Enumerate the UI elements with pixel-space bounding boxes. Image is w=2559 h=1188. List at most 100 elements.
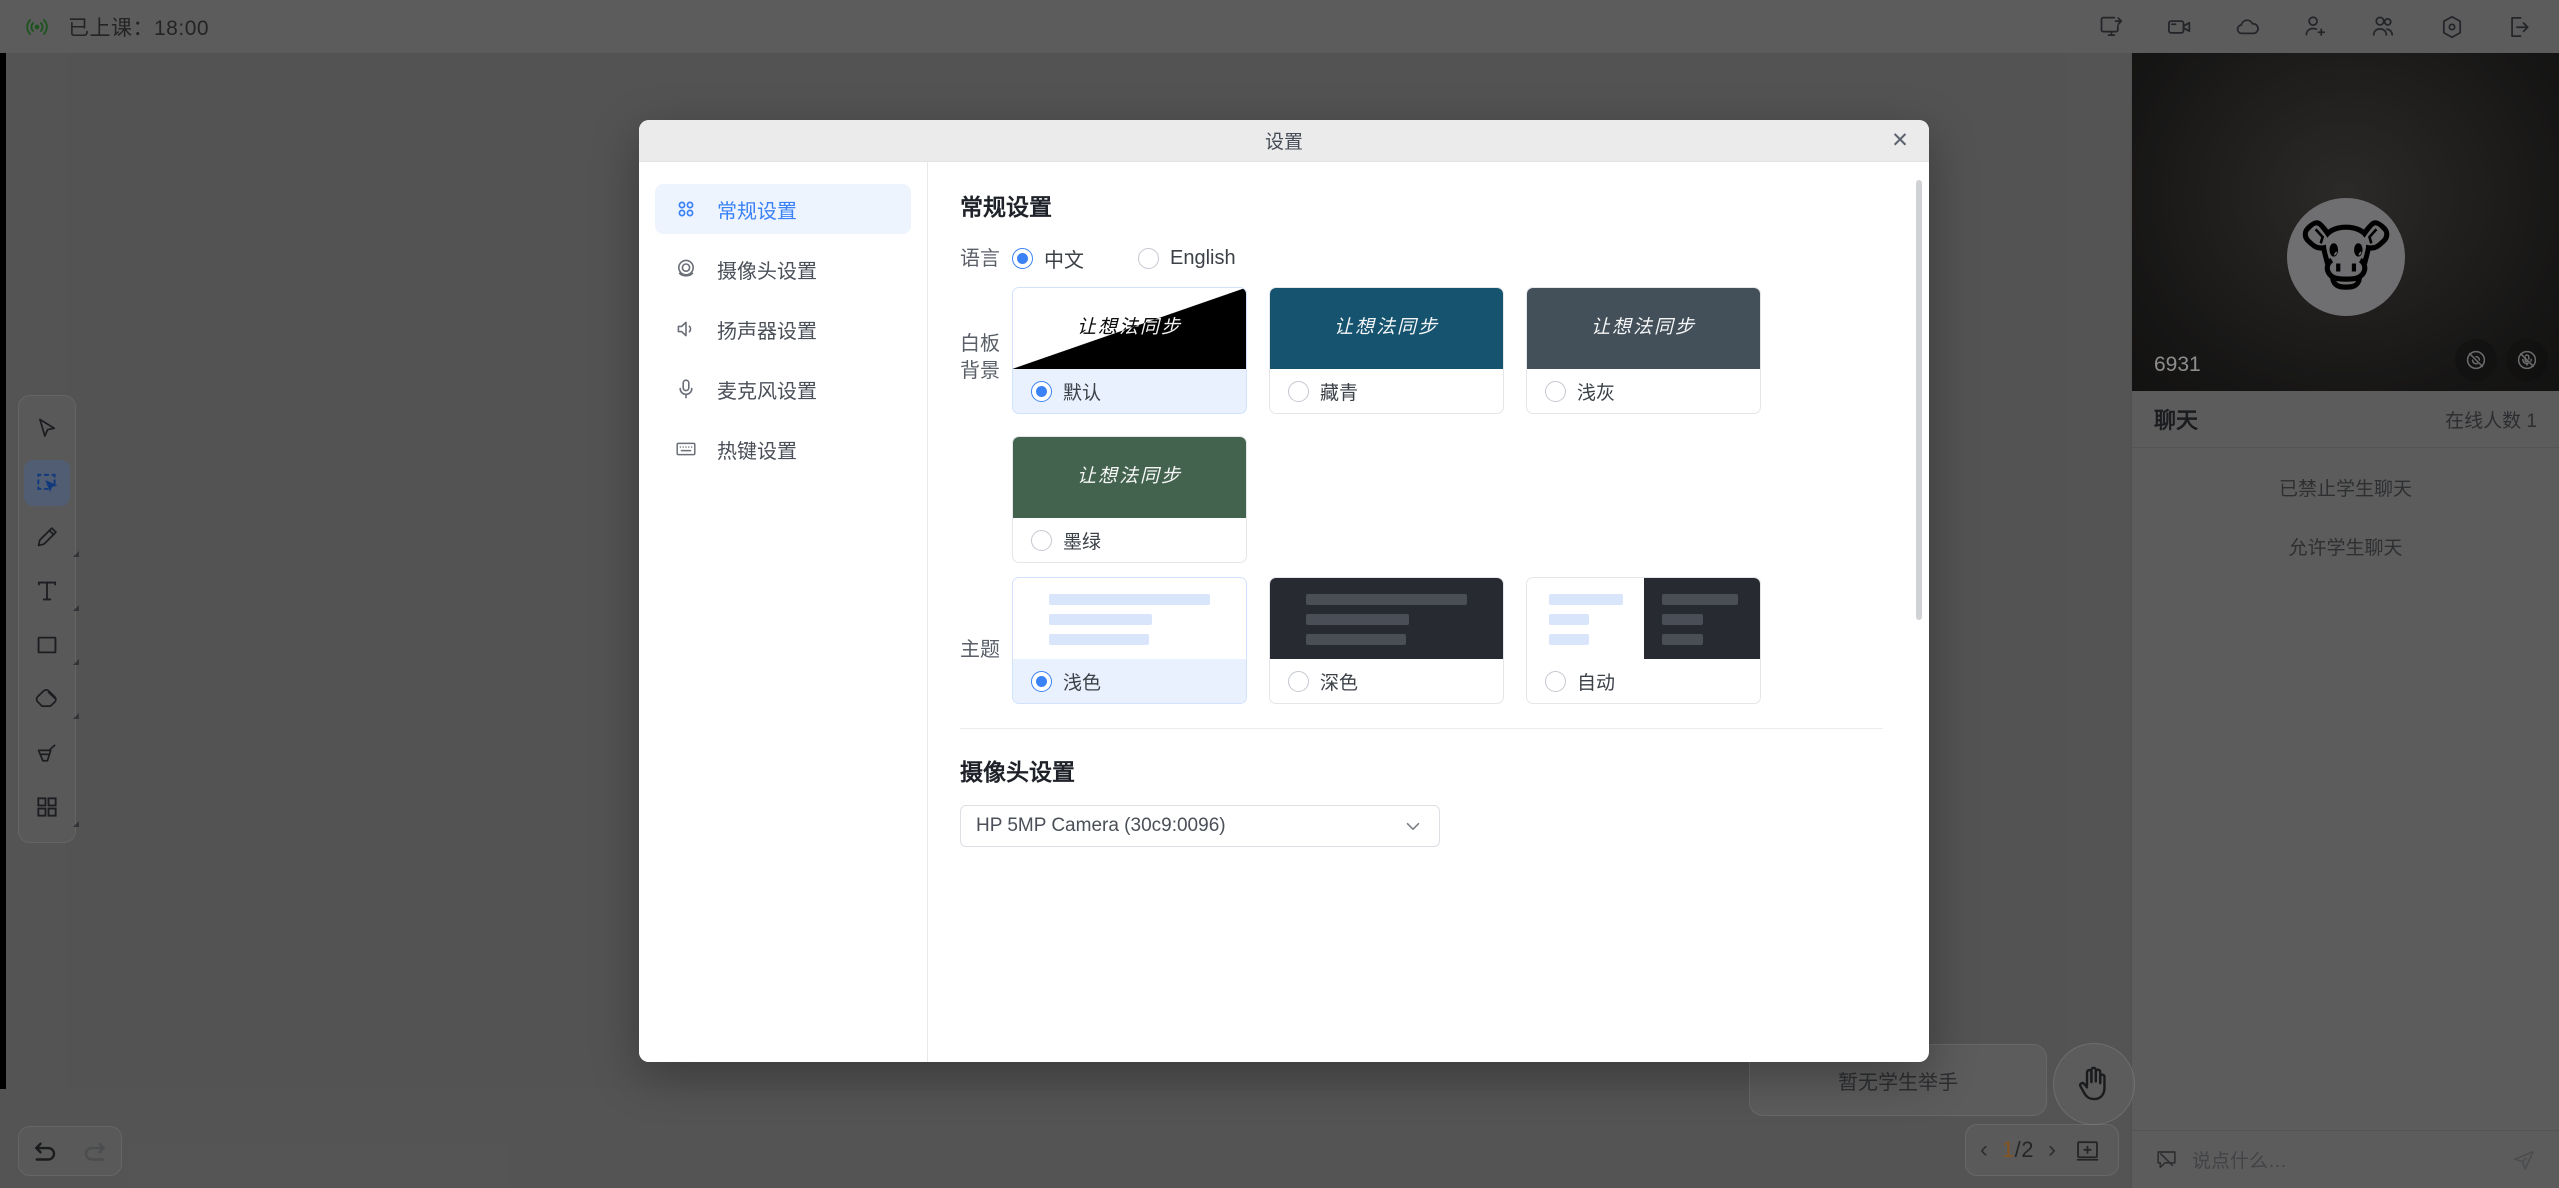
camera-lens-icon xyxy=(673,256,699,282)
language-option-en[interactable]: English xyxy=(1138,247,1236,270)
wb-option-label: 墨绿 xyxy=(1063,531,1102,553)
radio-icon xyxy=(1031,670,1052,692)
placeholder-bar xyxy=(1661,614,1703,625)
placeholder-bar xyxy=(1549,634,1589,645)
theme-option-footer: 自动 xyxy=(1527,659,1760,703)
placeholder-bar xyxy=(1049,634,1149,645)
radio-icon xyxy=(1031,380,1052,402)
wb-preview-text: 让想法同步 xyxy=(1590,316,1696,338)
app-root: 已上课：18:00 暂无学生举手 ‹ 1/2 › 🐮 6931 聊天 在线人数 … xyxy=(0,0,2559,1188)
sidebar-item-label: 热键设置 xyxy=(717,440,797,463)
wb-label-line1: 白板 xyxy=(960,333,1000,355)
theme-thumb-dark xyxy=(1270,578,1503,659)
language-options: 中文 English xyxy=(1012,242,1290,273)
wb-option-green[interactable]: 让想法同步 墨绿 xyxy=(1012,436,1247,563)
language-option-zh[interactable]: 中文 xyxy=(1012,244,1084,273)
settings-dialog: 设置 ✕ 常规设置 摄像头设置 扬声器设置 麦克风设置 热键设置 常规设置 语言… xyxy=(639,120,1929,1062)
placeholder-bar xyxy=(1549,594,1623,605)
wb-option-footer: 默认 xyxy=(1013,369,1246,413)
placeholder-bar xyxy=(1306,594,1467,605)
sidebar-item-label: 摄像头设置 xyxy=(717,260,817,283)
radio-icon xyxy=(1288,380,1309,402)
theme-option-footer: 浅色 xyxy=(1013,659,1246,703)
placeholder-bar xyxy=(1306,634,1406,645)
theme-option-label: 浅色 xyxy=(1063,672,1102,694)
placeholder-bar xyxy=(1549,614,1589,625)
sidebar-item-speaker[interactable]: 扬声器设置 xyxy=(655,304,911,354)
sidebar-item-hotkeys[interactable]: 热键设置 xyxy=(655,424,911,474)
section-title-general: 常规设置 xyxy=(960,194,1052,220)
dialog-title-bar: 设置 ✕ xyxy=(639,120,1929,162)
radio-icon xyxy=(1138,248,1159,269)
wb-option-gray[interactable]: 让想法同步 浅灰 xyxy=(1526,287,1761,414)
language-option-label: 中文 xyxy=(1044,250,1084,272)
wb-option-footer: 藏青 xyxy=(1270,369,1503,413)
placeholder-bar xyxy=(1049,614,1153,625)
whiteboard-background-label: 白板 背景 xyxy=(960,287,1012,385)
wb-option-footer: 浅灰 xyxy=(1527,369,1760,413)
sidebar-item-label: 麦克风设置 xyxy=(717,380,817,403)
wb-option-default[interactable]: 让想法同步 默认 xyxy=(1012,287,1247,414)
dialog-title: 设置 xyxy=(1264,132,1303,153)
whiteboard-background-row: 白板 背景 让想法同步 默认 让想法同步 藏青 让想法同步 浅灰 让想法同步 墨… xyxy=(960,287,1883,563)
camera-device-value: HP 5MP Camera (30c9:0096) xyxy=(976,815,1226,836)
wb-option-label: 默认 xyxy=(1063,382,1102,404)
wb-preview-text: 让想法同步 xyxy=(1076,465,1182,487)
section-title-camera: 摄像头设置 xyxy=(960,759,1075,785)
section-divider xyxy=(960,728,1883,729)
sidebar-item-microphone[interactable]: 麦克风设置 xyxy=(655,364,911,414)
wb-option-label: 浅灰 xyxy=(1577,382,1616,404)
wb-preview-text: 让想法同步 xyxy=(1333,316,1439,338)
grid-dots-icon xyxy=(673,196,699,222)
language-label: 语言 xyxy=(960,248,1000,270)
theme-option-label: 深色 xyxy=(1320,672,1359,694)
dialog-sidebar: 常规设置 摄像头设置 扬声器设置 麦克风设置 热键设置 xyxy=(639,162,928,1062)
radio-icon xyxy=(1012,248,1033,269)
placeholder-bar xyxy=(1661,594,1739,605)
theme-option-dark[interactable]: 深色 xyxy=(1269,577,1504,704)
wb-option-navy[interactable]: 让想法同步 藏青 xyxy=(1269,287,1504,414)
camera-device-select[interactable]: HP 5MP Camera (30c9:0096) xyxy=(960,805,1440,847)
radio-icon xyxy=(1031,529,1052,551)
language-option-label: English xyxy=(1170,247,1236,269)
content-scrollbar[interactable] xyxy=(1916,180,1922,1044)
radio-icon xyxy=(1545,380,1566,402)
close-icon[interactable]: ✕ xyxy=(1887,128,1913,154)
dialog-content: 常规设置 语言 中文 English 白板 背景 让想法同步 默认 让想法同步 … xyxy=(928,162,1929,1062)
theme-option-auto[interactable]: 自动 xyxy=(1526,577,1761,704)
sidebar-item-label: 扬声器设置 xyxy=(717,320,817,343)
wb-option-label: 藏青 xyxy=(1320,382,1359,404)
wb-thumb-default: 让想法同步 xyxy=(1013,288,1246,369)
scrollbar-thumb[interactable] xyxy=(1916,180,1922,620)
speaker-icon xyxy=(673,316,699,342)
placeholder-bar xyxy=(1661,634,1703,645)
theme-label: 主题 xyxy=(960,639,1000,661)
wb-label-line2: 背景 xyxy=(960,360,1000,382)
theme-options: 浅色 深色 自动 xyxy=(1012,577,1761,704)
wb-thumb-navy: 让想法同步 xyxy=(1270,288,1503,369)
whiteboard-background-options: 让想法同步 默认 让想法同步 藏青 让想法同步 浅灰 让想法同步 墨绿 xyxy=(1012,287,1883,563)
theme-option-light[interactable]: 浅色 xyxy=(1012,577,1247,704)
microphone-icon xyxy=(673,376,699,402)
theme-option-footer: 深色 xyxy=(1270,659,1503,703)
theme-thumb-auto-light-half xyxy=(1527,578,1644,659)
theme-row: 主题 浅色 深色 自动 xyxy=(960,577,1883,704)
language-row: 语言 中文 English xyxy=(960,242,1883,273)
sidebar-item-label: 常规设置 xyxy=(717,200,797,223)
sidebar-item-camera[interactable]: 摄像头设置 xyxy=(655,244,911,294)
chevron-down-icon xyxy=(1402,815,1424,837)
keyboard-icon xyxy=(673,436,699,462)
theme-thumb-auto xyxy=(1527,578,1760,659)
wb-thumb-gray: 让想法同步 xyxy=(1527,288,1760,369)
sidebar-item-general[interactable]: 常规设置 xyxy=(655,184,911,234)
theme-option-label: 自动 xyxy=(1577,672,1616,694)
placeholder-bar xyxy=(1049,594,1210,605)
radio-icon xyxy=(1545,670,1566,692)
theme-thumb-light xyxy=(1013,578,1246,659)
radio-icon xyxy=(1288,670,1309,692)
placeholder-bar xyxy=(1306,614,1410,625)
wb-option-footer: 墨绿 xyxy=(1013,518,1246,562)
theme-thumb-auto-dark-half xyxy=(1643,578,1760,659)
dialog-body: 常规设置 摄像头设置 扬声器设置 麦克风设置 热键设置 常规设置 语言 中文 E… xyxy=(639,162,1929,1062)
wb-preview-text: 让想法同步 xyxy=(1076,316,1182,338)
